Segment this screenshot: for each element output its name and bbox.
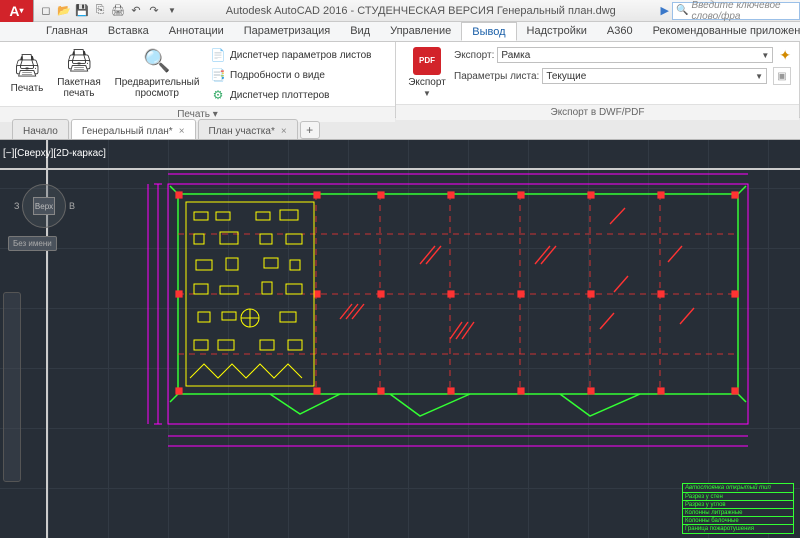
tab-featured[interactable]: Рекомендованные приложения: [643, 22, 800, 41]
ribbon-tab-strip: Главная Вставка Аннотации Параметризация…: [0, 22, 800, 42]
new-icon[interactable]: ◻: [38, 3, 54, 19]
viewcube-west[interactable]: З: [14, 201, 19, 211]
legend-row: Разрез у углов: [683, 501, 793, 509]
saveas-icon[interactable]: ⎘: [92, 3, 108, 19]
chevron-down-icon: ▼: [423, 90, 431, 99]
document-tabs: Начало Генеральный план* × План участка*…: [0, 118, 800, 140]
legend-row: Граница пожаротушения: [683, 525, 793, 533]
legend-row: Колонны литражные: [683, 509, 793, 517]
viewcube-top-face[interactable]: Верх: [33, 197, 55, 215]
drawing-content: [120, 164, 760, 454]
panel-export: PDF Экспорт ▼ Экспорт: Рамка ▼ ✦ Парамет…: [396, 42, 800, 117]
open-icon[interactable]: 📂: [56, 3, 72, 19]
page-setup-button[interactable]: 📄 Диспетчер параметров листов: [206, 46, 375, 64]
search-input[interactable]: 🔍 Введите ключевое слово/фра: [672, 2, 800, 20]
pdf-icon: PDF: [413, 47, 441, 75]
undo-icon[interactable]: ↶: [128, 3, 144, 19]
plotter-manager-button[interactable]: ⚙ Диспетчер плоттеров: [206, 86, 375, 104]
window-title: Autodesk AutoCAD 2016 - СТУДЕНЧЕСКАЯ ВЕР…: [184, 5, 658, 17]
page-setup-icon: 📄: [210, 47, 226, 63]
legend-row: Разрез у стен: [683, 493, 793, 501]
doc-tab-site-plan[interactable]: План участка* ×: [198, 119, 298, 139]
search-placeholder: Введите ключевое слово/фра: [691, 0, 796, 22]
quick-access-toolbar: ◻ 📂 💾 ⎘ 🖨 ↶ ↷ ▼: [34, 3, 184, 19]
legend-header: Автостоянка открытый тип: [683, 484, 793, 493]
close-icon[interactable]: ×: [179, 126, 185, 137]
chevron-down-icon: ▼: [755, 72, 763, 81]
navigation-bar[interactable]: [3, 292, 21, 482]
ribbon: 🖨 Печать 🖨 Пакетная печать 🔍 Предварител…: [0, 42, 800, 118]
viewport-control-label[interactable]: [−][Сверху][2D-каркас]: [3, 148, 106, 159]
panel-print: 🖨 Печать 🖨 Пакетная печать 🔍 Предварител…: [0, 42, 396, 117]
export-settings-icon[interactable]: ✦: [779, 47, 791, 64]
doc-tab-general-plan[interactable]: Генеральный план* ×: [71, 119, 196, 139]
page-setup-override-button[interactable]: ▣: [773, 67, 791, 85]
tab-output[interactable]: Вывод: [461, 22, 516, 41]
doc-tab-start[interactable]: Начало: [12, 119, 69, 139]
panel-title-export[interactable]: Экспорт в DWF/PDF: [396, 104, 799, 120]
tab-view[interactable]: Вид: [340, 22, 380, 41]
ucs-name-button[interactable]: Без имени: [8, 236, 57, 251]
tab-insert[interactable]: Вставка: [98, 22, 159, 41]
title-bar: A▾ ◻ 📂 💾 ⎘ 🖨 ↶ ↷ ▼ Autodesk AutoCAD 2016…: [0, 0, 800, 22]
export-label: Экспорт:: [454, 50, 494, 61]
tab-home[interactable]: Главная: [36, 22, 98, 41]
drawing-svg: [120, 164, 760, 454]
batch-printer-icon: 🖨: [65, 47, 93, 75]
export-window-combo[interactable]: Рамка ▼: [497, 47, 773, 63]
print-icon[interactable]: 🖨: [110, 3, 126, 19]
printer-icon: 🖨: [13, 53, 41, 81]
legend-box: Автостоянка открытый тип Разрез у стен Р…: [682, 483, 794, 534]
tab-parametric[interactable]: Параметризация: [234, 22, 340, 41]
search-arrow-icon[interactable]: ▶: [658, 4, 672, 17]
redo-icon[interactable]: ↷: [146, 3, 162, 19]
tab-addins[interactable]: Надстройки: [517, 22, 597, 41]
plot-button[interactable]: 🖨 Печать: [4, 44, 50, 102]
tab-a360[interactable]: A360: [597, 22, 643, 41]
view-details-icon: 📑: [210, 67, 226, 83]
app-menu-button[interactable]: A▾: [0, 0, 34, 22]
tab-manage[interactable]: Управление: [380, 22, 461, 41]
legend-row: Колонны балочные: [683, 517, 793, 525]
viewcube-east[interactable]: В: [69, 201, 75, 211]
magnifier-sheet-icon: 🔍: [143, 47, 171, 75]
drawing-canvas[interactable]: [−][Сверху][2D-каркас] Верх З В Без имен…: [0, 140, 800, 538]
preview-button[interactable]: 🔍 Предварительный просмотр: [108, 44, 206, 102]
plotter-icon: ⚙: [210, 87, 226, 103]
sheet-params-combo[interactable]: Текущие ▼: [542, 68, 767, 84]
chevron-down-icon: ▼: [761, 51, 769, 60]
add-tab-button[interactable]: +: [300, 121, 320, 139]
search-icon: 🔍: [676, 5, 688, 16]
sheet-params-label: Параметры листа:: [454, 71, 539, 82]
view-cube[interactable]: Верх З В: [22, 184, 66, 228]
qat-dropdown-icon[interactable]: ▼: [164, 3, 180, 19]
export-button[interactable]: PDF Экспорт ▼: [400, 44, 454, 102]
tab-annotate[interactable]: Аннотации: [159, 22, 234, 41]
batch-plot-button[interactable]: 🖨 Пакетная печать: [50, 44, 108, 102]
save-icon[interactable]: 💾: [74, 3, 90, 19]
view-details-button[interactable]: 📑 Подробности о виде: [206, 66, 375, 84]
close-icon[interactable]: ×: [281, 126, 287, 137]
